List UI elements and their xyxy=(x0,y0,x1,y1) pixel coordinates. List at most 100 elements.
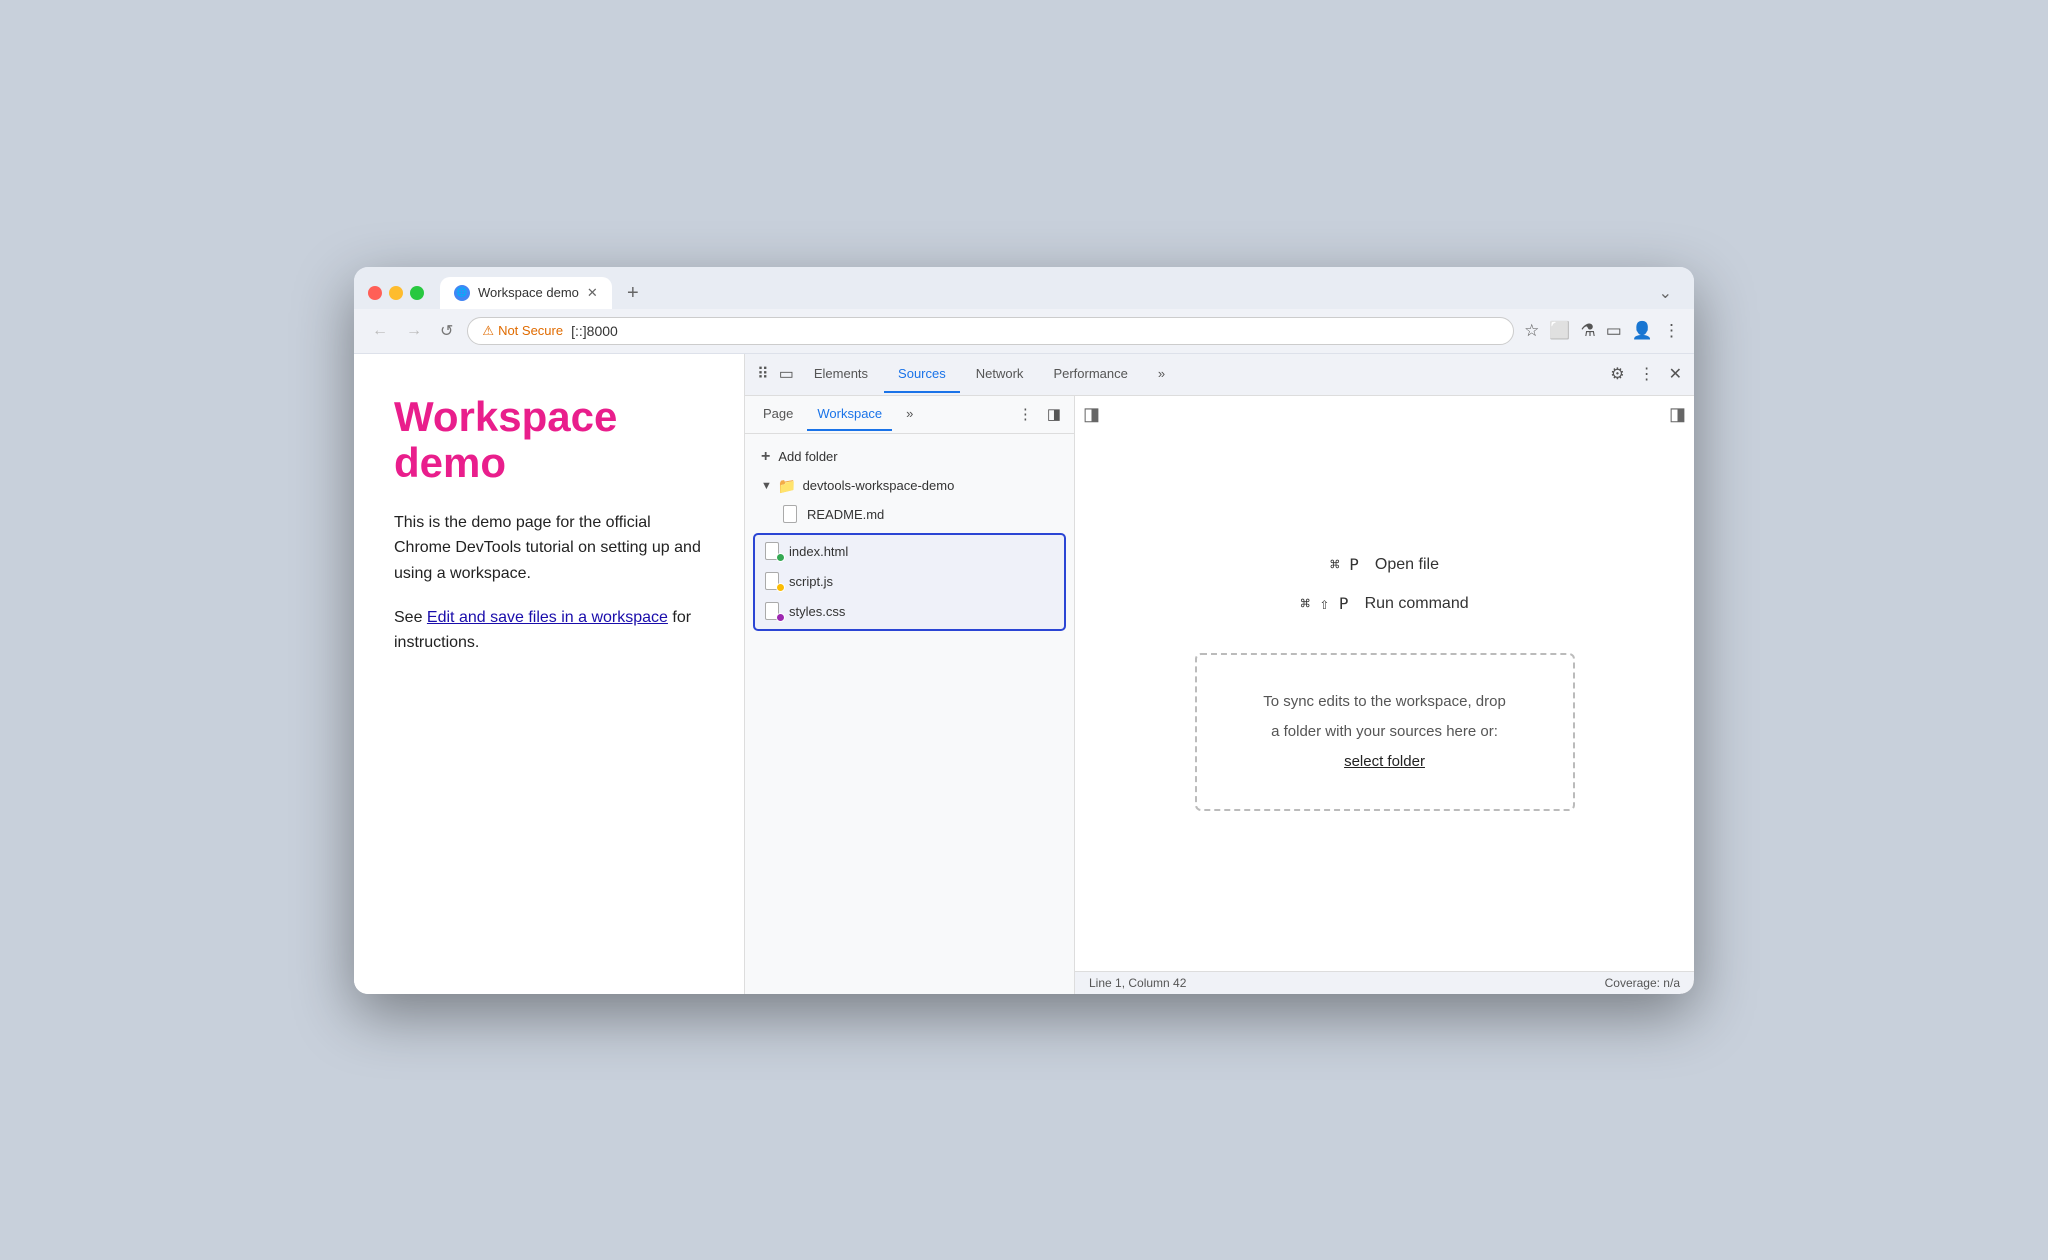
file-dot-js xyxy=(776,583,785,592)
traffic-light-yellow[interactable] xyxy=(389,286,403,300)
settings-icon[interactable]: ⚙ xyxy=(1606,360,1628,388)
devtools-tabs: ⠿ ▭ Elements Sources Network Performance… xyxy=(745,354,1694,396)
workspace-link[interactable]: Edit and save files in a workspace xyxy=(427,609,668,626)
drop-zone-line1: To sync edits to the workspace, drop xyxy=(1263,693,1506,710)
active-tab[interactable]: 🌐 Workspace demo ✕ xyxy=(440,277,612,309)
tab-sources[interactable]: Sources xyxy=(884,356,960,393)
status-position: Line 1, Column 42 xyxy=(1089,976,1186,990)
sub-tab-more[interactable]: » xyxy=(896,398,923,431)
reload-button[interactable]: ↺ xyxy=(436,317,457,345)
bookmark-icon[interactable]: ☆ xyxy=(1524,321,1539,341)
traffic-lights xyxy=(368,286,424,300)
page-content: Workspace demo This is the demo page for… xyxy=(354,354,744,994)
shortcut-open-label: Open file xyxy=(1375,556,1439,574)
highlighted-files-group: index.html script.js xyxy=(753,533,1066,631)
panel-right-toggle[interactable]: ◨ xyxy=(1669,404,1686,425)
drop-zone-line2: a folder with your sources here or: xyxy=(1271,723,1498,740)
file-name-css: styles.css xyxy=(789,604,845,619)
title-bar: 🌐 Workspace demo ✕ + ⌄ xyxy=(354,267,1694,309)
shortcut-run-label: Run command xyxy=(1365,595,1469,613)
file-name-js: script.js xyxy=(789,574,833,589)
file-base-readme xyxy=(783,505,797,523)
new-tab-button[interactable]: + xyxy=(618,279,648,309)
file-icon-readme xyxy=(783,505,801,525)
shortcut-open-key: ⌘ P xyxy=(1330,555,1359,574)
file-icon-html xyxy=(765,542,783,562)
add-folder-row[interactable]: + Add folder xyxy=(745,442,1074,472)
panel-left-toggle[interactable]: ◨ xyxy=(1083,404,1100,425)
sources-menu-icon[interactable]: ⋮ xyxy=(1013,402,1038,426)
nav-icons: ☆ ⬜ ⚗ ▭ 👤 ⋮ xyxy=(1524,321,1680,341)
nav-bar: ← → ↺ ⚠ Not Secure [::]8000 ☆ ⬜ ⚗ ▭ 👤 ⋮ xyxy=(354,309,1694,354)
back-button[interactable]: ← xyxy=(368,318,392,344)
file-name-html: index.html xyxy=(789,544,848,559)
folder-name: devtools-workspace-demo xyxy=(803,478,955,493)
file-name-readme: README.md xyxy=(807,507,884,522)
tab-close-button[interactable]: ✕ xyxy=(587,285,598,301)
file-tree-content: + Add folder ▼ 📁 devtools-workspace-demo xyxy=(745,434,1074,994)
extension-icon-2[interactable]: ⚗ xyxy=(1581,321,1596,341)
file-script-js[interactable]: script.js xyxy=(755,567,1064,597)
see-also-prefix: See xyxy=(394,609,427,626)
file-tree-panel: Page Workspace » ⋮ ◨ xyxy=(745,396,1075,994)
devtools-panel: ⠿ ▭ Elements Sources Network Performance… xyxy=(744,354,1694,994)
tab-favicon: 🌐 xyxy=(454,285,470,301)
tab-more[interactable]: » xyxy=(1144,356,1179,393)
status-coverage: Coverage: n/a xyxy=(1605,976,1680,990)
sources-sub-tabs: Page Workspace » ⋮ ◨ xyxy=(745,396,1074,434)
tab-more-button[interactable]: ⌄ xyxy=(1651,279,1680,307)
sub-tab-workspace[interactable]: Workspace xyxy=(807,398,892,431)
file-index-html[interactable]: index.html xyxy=(755,537,1064,567)
tab-network[interactable]: Network xyxy=(962,356,1038,393)
shortcut-run-command: ⌘ ⇧ P Run command xyxy=(1300,594,1468,613)
editor-empty: ◨ ◨ ⌘ P Open file ⌘ ⇧ P Run command xyxy=(1075,396,1694,971)
url-text: [::]8000 xyxy=(571,323,618,339)
file-icon-js xyxy=(765,572,783,592)
file-dot-html xyxy=(776,553,785,562)
tab-bar: 🌐 Workspace demo ✕ + xyxy=(440,277,1641,309)
sources-body: Page Workspace » ⋮ ◨ xyxy=(745,396,1694,994)
extension-icon-1[interactable]: ⬜ xyxy=(1549,321,1570,341)
shortcut-run-key: ⌘ ⇧ P xyxy=(1300,594,1348,613)
sidebar-toggle-icon[interactable]: ▭ xyxy=(1606,321,1622,341)
folder-row[interactable]: ▼ 📁 devtools-workspace-demo xyxy=(745,472,1074,500)
main-content: Workspace demo This is the demo page for… xyxy=(354,354,1694,994)
inspect-icon[interactable]: ⠿ xyxy=(753,360,773,388)
select-folder-link[interactable]: select folder xyxy=(1344,753,1425,770)
address-bar[interactable]: ⚠ Not Secure [::]8000 xyxy=(467,317,1514,345)
page-see-also: See Edit and save files in a workspace f… xyxy=(394,605,704,656)
browser-window: 🌐 Workspace demo ✕ + ⌄ ← → ↺ ⚠ Not Secur… xyxy=(354,267,1694,994)
page-title: Workspace demo xyxy=(394,394,704,486)
tab-title: Workspace demo xyxy=(478,285,579,300)
not-secure-indicator: ⚠ Not Secure xyxy=(482,323,563,339)
tab-performance[interactable]: Performance xyxy=(1039,356,1141,393)
profile-icon[interactable]: 👤 xyxy=(1632,321,1653,341)
editor-status-bar: Line 1, Column 42 Coverage: n/a xyxy=(1075,971,1694,994)
add-folder-icon: + xyxy=(761,448,770,466)
file-readme[interactable]: README.md xyxy=(745,500,1074,530)
devtools-tab-controls: ⚙ ⋮ ✕ xyxy=(1606,360,1686,388)
add-folder-label: Add folder xyxy=(778,449,837,464)
folder-icon: 📁 xyxy=(778,477,797,495)
not-secure-text: Not Secure xyxy=(498,323,563,338)
forward-button[interactable]: → xyxy=(402,318,426,344)
file-icon-css xyxy=(765,602,783,622)
drop-zone[interactable]: To sync edits to the workspace, drop a f… xyxy=(1195,653,1575,811)
traffic-light-green[interactable] xyxy=(410,286,424,300)
sub-tab-page[interactable]: Page xyxy=(753,398,803,431)
device-icon[interactable]: ▭ xyxy=(775,360,798,388)
page-description: This is the demo page for the official C… xyxy=(394,510,704,587)
editor-area: ◨ ◨ ⌘ P Open file ⌘ ⇧ P Run command xyxy=(1075,396,1694,994)
file-styles-css[interactable]: styles.css xyxy=(755,597,1064,627)
devtools-close-icon[interactable]: ✕ xyxy=(1665,360,1686,388)
sub-tab-controls: ⋮ ◨ xyxy=(1013,402,1066,426)
traffic-light-red[interactable] xyxy=(368,286,382,300)
tab-elements[interactable]: Elements xyxy=(800,356,882,393)
warning-icon: ⚠ xyxy=(482,323,494,339)
sources-toggle-icon[interactable]: ◨ xyxy=(1042,402,1066,426)
more-menu-icon[interactable]: ⋮ xyxy=(1663,321,1680,341)
devtools-more-icon[interactable]: ⋮ xyxy=(1635,360,1659,388)
file-dot-css xyxy=(776,613,785,622)
folder-arrow: ▼ xyxy=(761,480,772,492)
shortcut-open-file: ⌘ P Open file xyxy=(1330,555,1439,574)
